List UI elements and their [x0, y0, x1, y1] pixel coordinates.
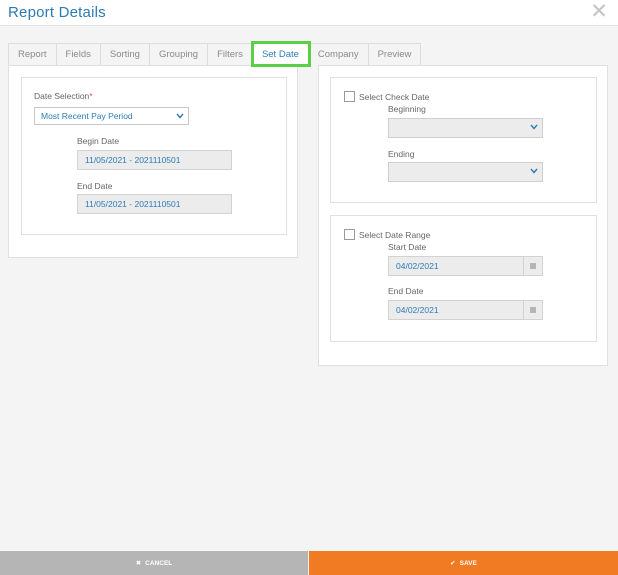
calendar-icon[interactable] — [523, 301, 542, 319]
end-date-label: End Date — [77, 181, 113, 191]
cancel-button[interactable]: ✖ CANCEL — [0, 551, 308, 575]
save-label: SAVE — [459, 559, 477, 567]
calendar-icon[interactable] — [523, 257, 542, 275]
start-date-value: 04/02/2021 — [396, 261, 439, 271]
save-button[interactable]: ✔ SAVE — [309, 551, 618, 575]
date-range-checkbox-label[interactable]: Select Date Range — [359, 230, 430, 240]
date-range-checkbox[interactable] — [344, 229, 355, 240]
chevron-down-icon — [176, 113, 184, 119]
start-date-label: Start Date — [388, 242, 427, 252]
end-date-field: 11/05/2021 - 2021110501 — [77, 194, 232, 214]
ending-label: Ending — [388, 149, 415, 159]
check-date-checkbox[interactable] — [344, 91, 355, 102]
cancel-label: CANCEL — [145, 559, 173, 567]
date-selection-select[interactable]: Most Recent Pay Period — [34, 107, 189, 125]
beginning-select[interactable] — [388, 118, 543, 138]
tab-grouping[interactable]: Grouping — [149, 43, 209, 65]
dialog-header: Report Details ✕ — [0, 0, 618, 26]
end-date-range-label: End Date — [388, 286, 424, 296]
check-date-card: Select Check Date Beginning Ending — [330, 77, 597, 203]
date-selection-value: Most Recent Pay Period — [41, 111, 133, 121]
start-date-field[interactable]: 04/02/2021 — [388, 256, 543, 276]
begin-date-field: 11/05/2021 - 2021110501 — [77, 150, 232, 170]
tab-company[interactable]: Company — [308, 43, 369, 65]
check-date-checkbox-label[interactable]: Select Check Date — [359, 92, 429, 102]
custom-date-panel: Select Check Date Beginning Ending Selec… — [318, 65, 608, 366]
date-selection-card: Date Selection* Most Recent Pay Period B… — [21, 77, 287, 235]
date-selection-panel: Date Selection* Most Recent Pay Period B… — [8, 65, 298, 258]
date-selection-label: Date Selection* — [34, 91, 93, 101]
chevron-down-icon — [530, 124, 538, 130]
date-selection-label-text: Date Selection — [34, 91, 90, 101]
end-date-range-field[interactable]: 04/02/2021 — [388, 300, 543, 320]
tab-bar: Report Fields Sorting Grouping Filters S… — [8, 41, 422, 67]
tab-preview[interactable]: Preview — [368, 43, 422, 65]
close-icon[interactable]: ✕ — [590, 1, 608, 22]
checkmark-icon: ✔ — [450, 560, 456, 567]
chevron-down-icon — [530, 168, 538, 174]
ending-select[interactable] — [388, 162, 543, 182]
page-title: Report Details — [8, 4, 106, 21]
end-date-range-value: 04/02/2021 — [396, 305, 439, 315]
tab-set-date[interactable]: Set Date — [250, 41, 311, 67]
required-mark: * — [89, 91, 93, 101]
beginning-label: Beginning — [388, 104, 426, 114]
begin-date-label: Begin Date — [77, 136, 120, 146]
date-range-card: Select Date Range Start Date 04/02/2021 … — [330, 215, 597, 342]
close-icon: ✖ — [135, 560, 142, 567]
tab-report[interactable]: Report — [8, 43, 57, 65]
tab-filters[interactable]: Filters — [208, 43, 253, 65]
tab-fields[interactable]: Fields — [56, 43, 101, 65]
tab-sorting[interactable]: Sorting — [100, 43, 150, 65]
